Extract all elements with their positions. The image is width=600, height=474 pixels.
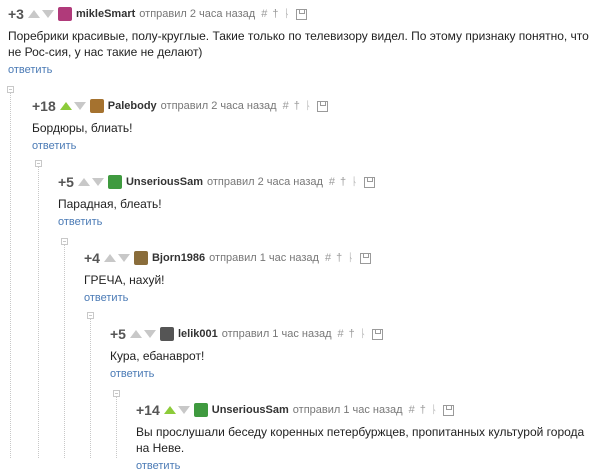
- collapse-toggle[interactable]: [87, 312, 94, 319]
- comment-author[interactable]: UnseriousSam: [126, 176, 203, 188]
- comment-text: Вы прослушали беседу коренных петербуржц…: [136, 425, 585, 455]
- pin-icon[interactable]: †: [336, 252, 342, 264]
- avatar[interactable]: [89, 99, 104, 113]
- upvote-icon[interactable]: [103, 254, 116, 262]
- avatar[interactable]: [133, 251, 148, 265]
- reply-link[interactable]: ответить: [8, 64, 52, 76]
- comment: +4 Bjorn1986 отправил 1 час назад # † ᚿ …: [84, 248, 592, 306]
- hash-icon[interactable]: #: [338, 328, 344, 340]
- downvote-icon[interactable]: [41, 10, 54, 18]
- hash-icon[interactable]: #: [329, 176, 335, 188]
- comment-time: отправил 1 час назад: [221, 328, 332, 340]
- pin-icon[interactable]: †: [294, 100, 300, 112]
- downvote-icon[interactable]: [143, 330, 156, 338]
- upvote-icon[interactable]: [163, 406, 176, 414]
- avatar[interactable]: [107, 175, 122, 189]
- comment-text: ГРЕЧА, нахуй!: [84, 273, 165, 287]
- hash-icon[interactable]: #: [409, 404, 415, 416]
- reply-link[interactable]: ответить: [136, 460, 180, 472]
- save-icon[interactable]: [372, 328, 384, 340]
- branch-icon[interactable]: ᚿ: [347, 252, 354, 264]
- reply-link[interactable]: ответить: [32, 140, 76, 152]
- upvote-icon[interactable]: [27, 10, 40, 18]
- comment: +18 Palebody отправил 2 часа назад # † ᚿ…: [32, 96, 592, 154]
- pin-icon[interactable]: †: [420, 404, 426, 416]
- save-icon[interactable]: [359, 252, 371, 264]
- comment-text: Бордюры, блиать!: [32, 121, 133, 135]
- comment-author[interactable]: lelik001: [178, 328, 218, 340]
- reply-link[interactable]: ответить: [58, 216, 102, 228]
- comment: +5 UnseriousSam отправил 2 часа назад # …: [58, 172, 592, 230]
- pin-icon[interactable]: †: [272, 8, 278, 20]
- collapse-toggle[interactable]: [7, 86, 14, 93]
- comment-time: отправил 1 час назад: [292, 404, 403, 416]
- hash-icon[interactable]: #: [261, 8, 267, 20]
- thread-line: [10, 92, 11, 458]
- comment-time: отправил 2 часа назад: [139, 8, 256, 20]
- comment-score: +3: [8, 6, 24, 22]
- branch-icon[interactable]: ᚿ: [360, 328, 367, 340]
- branch-icon[interactable]: ᚿ: [431, 404, 438, 416]
- hash-icon[interactable]: #: [283, 100, 289, 112]
- pin-icon[interactable]: †: [349, 328, 355, 340]
- thread-line: [38, 166, 39, 458]
- comment: +3 mikleSmart отправил 2 часа назад # † …: [8, 4, 592, 78]
- avatar[interactable]: [159, 327, 174, 341]
- comment-author[interactable]: mikleSmart: [76, 8, 135, 20]
- comment: +5 lelik001 отправил 1 час назад # † ᚿ К…: [110, 324, 592, 382]
- save-icon[interactable]: [443, 404, 455, 416]
- comment-text: Парадная, блеать!: [58, 197, 162, 211]
- collapse-toggle[interactable]: [61, 238, 68, 245]
- comment-text: Поребрики красивые, полу-круглые. Такие …: [8, 29, 589, 59]
- save-icon[interactable]: [296, 8, 308, 20]
- downvote-icon[interactable]: [91, 178, 104, 186]
- downvote-icon[interactable]: [177, 406, 190, 414]
- comment-time: отправил 2 часа назад: [160, 100, 277, 112]
- comment-time: отправил 2 часа назад: [207, 176, 323, 188]
- comment-text: Кура, ебанаврот!: [110, 349, 205, 363]
- reply-link[interactable]: ответить: [84, 292, 128, 304]
- branch-icon[interactable]: ᚿ: [283, 8, 290, 20]
- comment-time: отправил 1 час назад: [209, 252, 319, 264]
- comment-author[interactable]: Bjorn1986: [152, 252, 205, 264]
- downvote-icon[interactable]: [117, 254, 130, 262]
- branch-icon[interactable]: ᚿ: [351, 176, 358, 188]
- upvote-icon[interactable]: [77, 178, 90, 186]
- downvote-icon[interactable]: [73, 102, 86, 110]
- collapse-toggle[interactable]: [35, 160, 42, 167]
- comment-score: +18: [32, 98, 56, 114]
- branch-icon[interactable]: ᚿ: [305, 100, 312, 112]
- avatar[interactable]: [193, 403, 208, 417]
- avatar[interactable]: [57, 7, 72, 21]
- comment: +14 UnseriousSam отправил 1 час назад # …: [136, 400, 592, 474]
- thread-line: [90, 318, 91, 458]
- thread-line: [116, 396, 117, 458]
- hash-icon[interactable]: #: [325, 252, 331, 264]
- comment-author[interactable]: UnseriousSam: [212, 404, 289, 416]
- upvote-icon[interactable]: [129, 330, 142, 338]
- comment-score: +14: [136, 402, 160, 418]
- thread-line: [64, 244, 65, 458]
- collapse-toggle[interactable]: [113, 390, 120, 397]
- save-icon[interactable]: [363, 176, 375, 188]
- comment-author[interactable]: Palebody: [108, 100, 157, 112]
- upvote-icon[interactable]: [59, 102, 72, 110]
- comment-score: +5: [58, 174, 74, 190]
- comment-score: +4: [84, 250, 100, 266]
- reply-link[interactable]: ответить: [110, 368, 154, 380]
- save-icon[interactable]: [317, 100, 329, 112]
- comment-score: +5: [110, 326, 126, 342]
- pin-icon[interactable]: †: [340, 176, 346, 188]
